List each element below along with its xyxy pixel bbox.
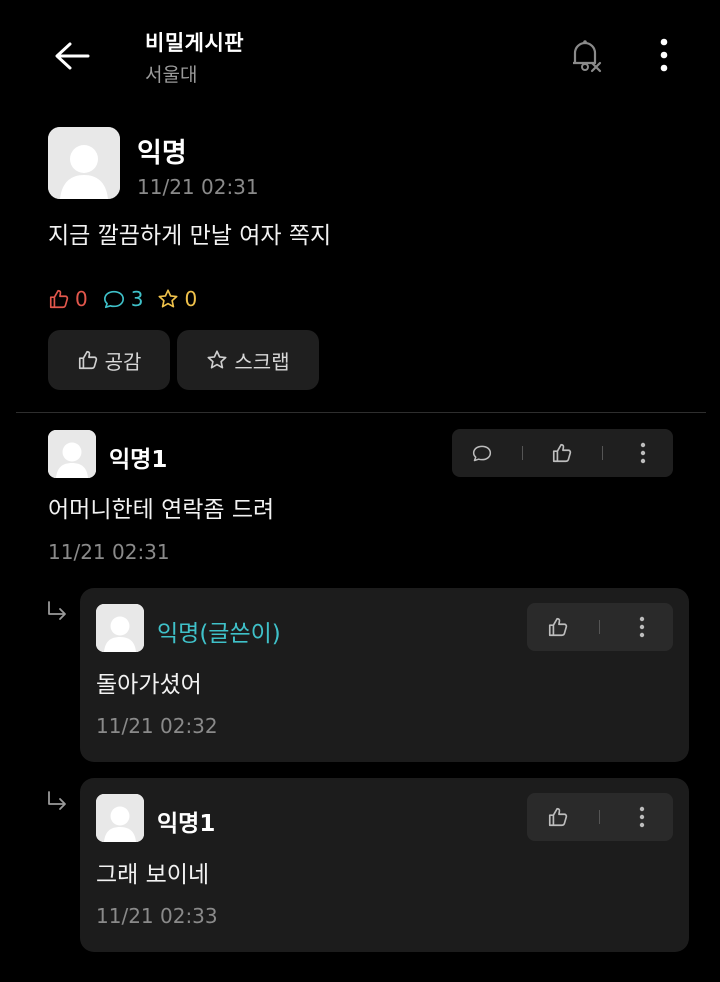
comment-more-button[interactable] (623, 433, 663, 473)
scrap-button-label: 스크랩 (234, 349, 290, 374)
notification-off-button[interactable] (562, 32, 608, 78)
default-avatar-icon (96, 794, 144, 842)
avatar (48, 430, 96, 478)
like-count: 0 (48, 287, 88, 311)
thumbs-up-icon (553, 443, 572, 463)
avatar (96, 794, 144, 842)
reply-arrow-icon (48, 791, 66, 810)
reply-author-op: 익명(글쓴이) (157, 621, 281, 647)
divider (16, 412, 706, 413)
scrap-count-value: 0 (184, 287, 198, 311)
avatar (48, 127, 120, 199)
post-content: 지금 깔끔하게 만날 여자 쪽지 (48, 223, 332, 249)
comment-icon (472, 445, 491, 462)
reply-author: 익명1 (157, 811, 216, 837)
thumbs-up-icon (49, 289, 69, 309)
default-avatar-icon (96, 604, 144, 652)
reply-more-button[interactable] (622, 607, 662, 647)
reply-more-button[interactable] (622, 797, 662, 837)
comment-actions (452, 429, 673, 477)
comment-timestamp: 11/21 02:31 (48, 540, 170, 564)
comment-like-button[interactable] (542, 433, 582, 473)
reply-timestamp: 11/21 02:33 (96, 904, 218, 928)
arrow-left-icon (55, 42, 90, 70)
post-author: 익명 (137, 138, 187, 169)
more-vertical-icon (639, 616, 645, 638)
like-button-label: 공감 (104, 349, 142, 374)
board-title: 비밀게시판 (145, 31, 245, 55)
default-avatar-icon (48, 127, 120, 199)
reply-button[interactable] (462, 433, 502, 473)
separator (599, 620, 601, 634)
more-vertical-icon (640, 442, 646, 464)
thumbs-up-icon (78, 350, 97, 370)
scrap-count: 0 (157, 287, 197, 311)
post-stats: 0 3 0 (48, 286, 211, 312)
comment-author: 익명1 (109, 447, 168, 473)
comment-content: 어머니한테 연락좀 드려 (48, 497, 275, 523)
thumbs-up-icon (548, 807, 568, 827)
reply-arrow-icon (48, 601, 66, 620)
star-icon (207, 350, 227, 369)
reply-arrow-icon (46, 790, 68, 820)
separator (602, 446, 604, 460)
separator (521, 446, 523, 460)
comment-count-value: 3 (130, 287, 144, 311)
reply-actions (527, 793, 673, 841)
reply-like-button[interactable] (538, 607, 578, 647)
comment-count: 3 (102, 287, 144, 311)
like-button[interactable]: 공감 (48, 330, 170, 390)
separator (599, 810, 601, 824)
reply-content: 그래 보이네 (96, 862, 210, 888)
avatar (96, 604, 144, 652)
scrap-button[interactable]: 스크랩 (177, 330, 319, 390)
reply-actions (527, 603, 673, 651)
post-timestamp: 11/21 02:31 (137, 175, 259, 199)
bell-off-icon (573, 40, 602, 73)
comment-icon (103, 290, 124, 309)
back-button[interactable] (46, 34, 98, 78)
reply-content: 돌아가셨어 (96, 672, 202, 698)
more-vertical-icon (660, 38, 668, 72)
reply-timestamp: 11/21 02:32 (96, 714, 218, 738)
star-icon (158, 289, 179, 308)
school-name: 서울대 (145, 64, 198, 86)
more-options-button[interactable] (646, 32, 682, 78)
reply-arrow-icon (46, 600, 68, 630)
like-count-value: 0 (75, 287, 88, 311)
more-vertical-icon (639, 806, 645, 828)
default-avatar-icon (48, 430, 96, 478)
reply-like-button[interactable] (538, 797, 578, 837)
thumbs-up-icon (548, 617, 568, 637)
